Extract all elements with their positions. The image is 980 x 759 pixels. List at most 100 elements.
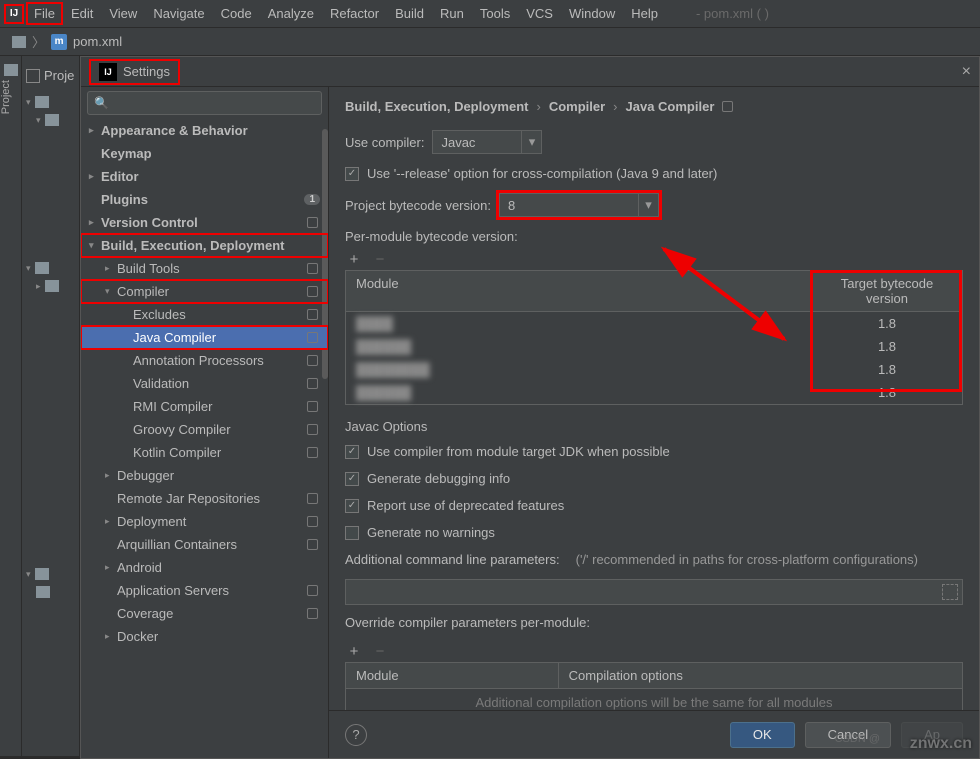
- crumb-1[interactable]: Build, Execution, Deployment: [345, 99, 528, 114]
- tree-node-java-compiler[interactable]: Java Compiler: [81, 326, 328, 349]
- menu-code[interactable]: Code: [213, 2, 260, 25]
- tree-node-label: Android: [117, 560, 162, 575]
- menu-refactor[interactable]: Refactor: [322, 2, 387, 25]
- tree-node-label: Coverage: [117, 606, 173, 621]
- tree-node-docker[interactable]: ▸Docker: [81, 625, 328, 648]
- table-row[interactable]: ████████1.8: [346, 358, 962, 381]
- target-version-cell[interactable]: 1.8: [812, 312, 962, 335]
- project-tree-row[interactable]: ▸: [22, 277, 79, 295]
- tree-node-build-execution-deployment[interactable]: ▾Build, Execution, Deployment: [81, 234, 328, 257]
- tree-node-deployment[interactable]: ▸Deployment: [81, 510, 328, 533]
- use-compiler-select[interactable]: Javac ▾: [432, 130, 542, 154]
- folder-icon: [35, 568, 49, 580]
- tree-node-application-servers[interactable]: Application Servers: [81, 579, 328, 602]
- help-button[interactable]: ?: [345, 724, 367, 746]
- tree-node-compiler[interactable]: ▾Compiler: [81, 280, 328, 303]
- opt-debug-checkbox[interactable]: [345, 472, 359, 486]
- nav-file-name[interactable]: pom.xml: [73, 34, 122, 49]
- crumb-2[interactable]: Compiler: [549, 99, 605, 114]
- tree-node-remote-jar-repositories[interactable]: Remote Jar Repositories: [81, 487, 328, 510]
- tree-node-annotation-processors[interactable]: Annotation Processors: [81, 349, 328, 372]
- tree-node-label: Application Servers: [117, 583, 229, 598]
- module-bytecode-table[interactable]: Module Target bytecode version ████1.8██…: [345, 270, 963, 405]
- tree-node-groovy-compiler[interactable]: Groovy Compiler: [81, 418, 328, 441]
- chevron-icon: ▸: [105, 263, 117, 274]
- target-version-cell[interactable]: 1.8: [812, 335, 962, 358]
- menu-edit[interactable]: Edit: [63, 2, 101, 25]
- remove-override-button[interactable]: −: [371, 643, 389, 660]
- tree-node-arquillian-containers[interactable]: Arquillian Containers: [81, 533, 328, 556]
- menu-view[interactable]: View: [101, 2, 145, 25]
- module-name-cell: ████: [346, 312, 812, 335]
- project-tree-row[interactable]: ▾: [22, 111, 79, 129]
- tree-node-label: RMI Compiler: [133, 399, 212, 414]
- col-module-2: Module: [346, 663, 559, 688]
- target-version-cell[interactable]: 1.8: [812, 358, 962, 381]
- ij-icon: IJ: [99, 63, 117, 81]
- opt-deprecated-checkbox[interactable]: [345, 499, 359, 513]
- tree-node-excludes[interactable]: Excludes: [81, 303, 328, 326]
- menu-file[interactable]: File: [26, 2, 63, 25]
- tree-node-label: Version Control: [101, 215, 198, 230]
- left-tool-strip: Project: [0, 56, 22, 756]
- project-tool-label[interactable]: Project: [0, 80, 12, 122]
- tree-node-label: Validation: [133, 376, 189, 391]
- ok-button[interactable]: OK: [730, 722, 795, 748]
- scope-icon: [307, 608, 318, 619]
- opt-target-jdk-checkbox[interactable]: [345, 445, 359, 459]
- menu-build[interactable]: Build: [387, 2, 432, 25]
- menu-run[interactable]: Run: [432, 2, 472, 25]
- release-option-checkbox[interactable]: [345, 167, 359, 181]
- tree-node-keymap[interactable]: Keymap: [81, 142, 328, 165]
- add-override-button[interactable]: +: [345, 643, 363, 660]
- project-tool-icon[interactable]: [4, 64, 18, 76]
- module-name-cell: ██████: [346, 335, 812, 358]
- override-table[interactable]: Module Compilation options Additional co…: [345, 662, 963, 717]
- tree-node-label: Keymap: [101, 146, 152, 161]
- module-table-toolbar: + −: [345, 248, 963, 270]
- settings-tree: 🔍 ▸Appearance & Behavior Keymap ▸EditorPlu…: [81, 87, 329, 758]
- tree-node-plugins[interactable]: Plugins1: [81, 188, 328, 211]
- project-tree-row[interactable]: ▾: [22, 259, 79, 277]
- menu-tools[interactable]: Tools: [472, 2, 518, 25]
- tree-node-label: Compiler: [117, 284, 169, 299]
- tree-node-rmi-compiler[interactable]: RMI Compiler: [81, 395, 328, 418]
- tree-node-debugger[interactable]: ▸Debugger: [81, 464, 328, 487]
- ij-logo-icon: IJ: [4, 4, 24, 24]
- menu-analyze[interactable]: Analyze: [260, 2, 322, 25]
- table-row[interactable]: ████1.8: [346, 312, 962, 335]
- crumb-3: Java Compiler: [626, 99, 715, 114]
- tree-node-build-tools[interactable]: ▸Build Tools: [81, 257, 328, 280]
- table-row[interactable]: ██████1.8: [346, 381, 962, 404]
- menu-vcs[interactable]: VCS: [518, 2, 561, 25]
- add-module-button[interactable]: +: [345, 251, 363, 268]
- menu-help[interactable]: Help: [623, 2, 666, 25]
- menu-window[interactable]: Window: [561, 2, 623, 25]
- maven-file-icon: m: [51, 34, 67, 50]
- tree-node-appearance-behavior[interactable]: ▸Appearance & Behavior: [81, 119, 328, 142]
- dialog-title-wrap: IJ Settings: [89, 59, 180, 85]
- remove-module-button[interactable]: −: [371, 251, 389, 268]
- project-tree-row[interactable]: [22, 583, 79, 601]
- addl-params-label: Additional command line parameters:: [345, 552, 560, 567]
- tree-node-version-control[interactable]: ▸Version Control: [81, 211, 328, 234]
- target-version-cell[interactable]: 1.8: [812, 381, 962, 404]
- tree-node-validation[interactable]: Validation: [81, 372, 328, 395]
- opt-nowarn-checkbox[interactable]: [345, 526, 359, 540]
- tree-node-label: Debugger: [117, 468, 174, 483]
- project-tree-row[interactable]: ▾: [22, 565, 79, 583]
- project-bytecode-select[interactable]: 8 ▾: [499, 193, 659, 217]
- expand-icon[interactable]: [942, 584, 958, 600]
- project-header[interactable]: Proje: [22, 66, 79, 85]
- tree-node-kotlin-compiler[interactable]: Kotlin Compiler: [81, 441, 328, 464]
- close-button[interactable]: ×: [962, 63, 971, 81]
- menu-navigate[interactable]: Navigate: [145, 2, 212, 25]
- chevron-icon: ▾: [89, 240, 101, 251]
- tree-search-input[interactable]: 🔍: [87, 91, 322, 115]
- table-row[interactable]: ██████1.8: [346, 335, 962, 358]
- tree-node-editor[interactable]: ▸Editor: [81, 165, 328, 188]
- addl-params-input[interactable]: [345, 579, 963, 605]
- project-tree-row[interactable]: ▾: [22, 93, 79, 111]
- tree-node-android[interactable]: ▸Android: [81, 556, 328, 579]
- tree-node-coverage[interactable]: Coverage: [81, 602, 328, 625]
